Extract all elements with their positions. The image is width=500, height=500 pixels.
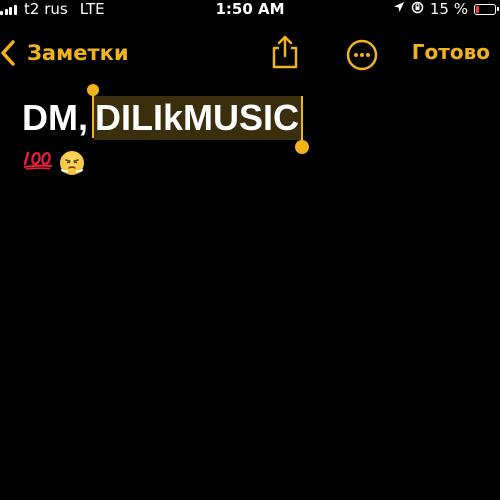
back-button[interactable]: Заметки bbox=[0, 38, 129, 68]
back-label: Заметки bbox=[27, 41, 129, 65]
steaming-face-icon bbox=[60, 150, 84, 175]
note-editor[interactable]: DM, DILIkMUSIC bbox=[22, 84, 482, 175]
orientation-lock-icon bbox=[411, 1, 424, 18]
battery-icon bbox=[474, 3, 499, 15]
text-selection[interactable]: DILIkMUSIC bbox=[87, 84, 310, 154]
selection-end-handle[interactable] bbox=[295, 96, 310, 154]
nav-bar: Заметки Готово bbox=[0, 30, 500, 74]
battery-percent: 15 % bbox=[429, 0, 468, 18]
share-button[interactable] bbox=[270, 34, 300, 70]
note-title-text: DM, bbox=[22, 97, 88, 138]
status-right: 15 % bbox=[393, 0, 499, 18]
more-button[interactable] bbox=[345, 38, 379, 72]
battery-level bbox=[476, 5, 479, 13]
hundred-points-icon bbox=[22, 150, 54, 175]
more-icon bbox=[345, 39, 379, 76]
done-button[interactable]: Готово bbox=[412, 40, 490, 68]
location-icon bbox=[393, 1, 405, 17]
emoji-line bbox=[22, 150, 482, 175]
selection-start-handle[interactable] bbox=[87, 84, 99, 138]
status-bar: t2 rus LTE 1:50 AM 15 % bbox=[0, 0, 500, 20]
share-icon bbox=[270, 35, 300, 74]
chevron-left-icon bbox=[0, 40, 16, 66]
selected-text: DILIkMUSIC bbox=[95, 97, 300, 138]
note-title[interactable]: DM, DILIkMUSIC bbox=[22, 84, 482, 154]
